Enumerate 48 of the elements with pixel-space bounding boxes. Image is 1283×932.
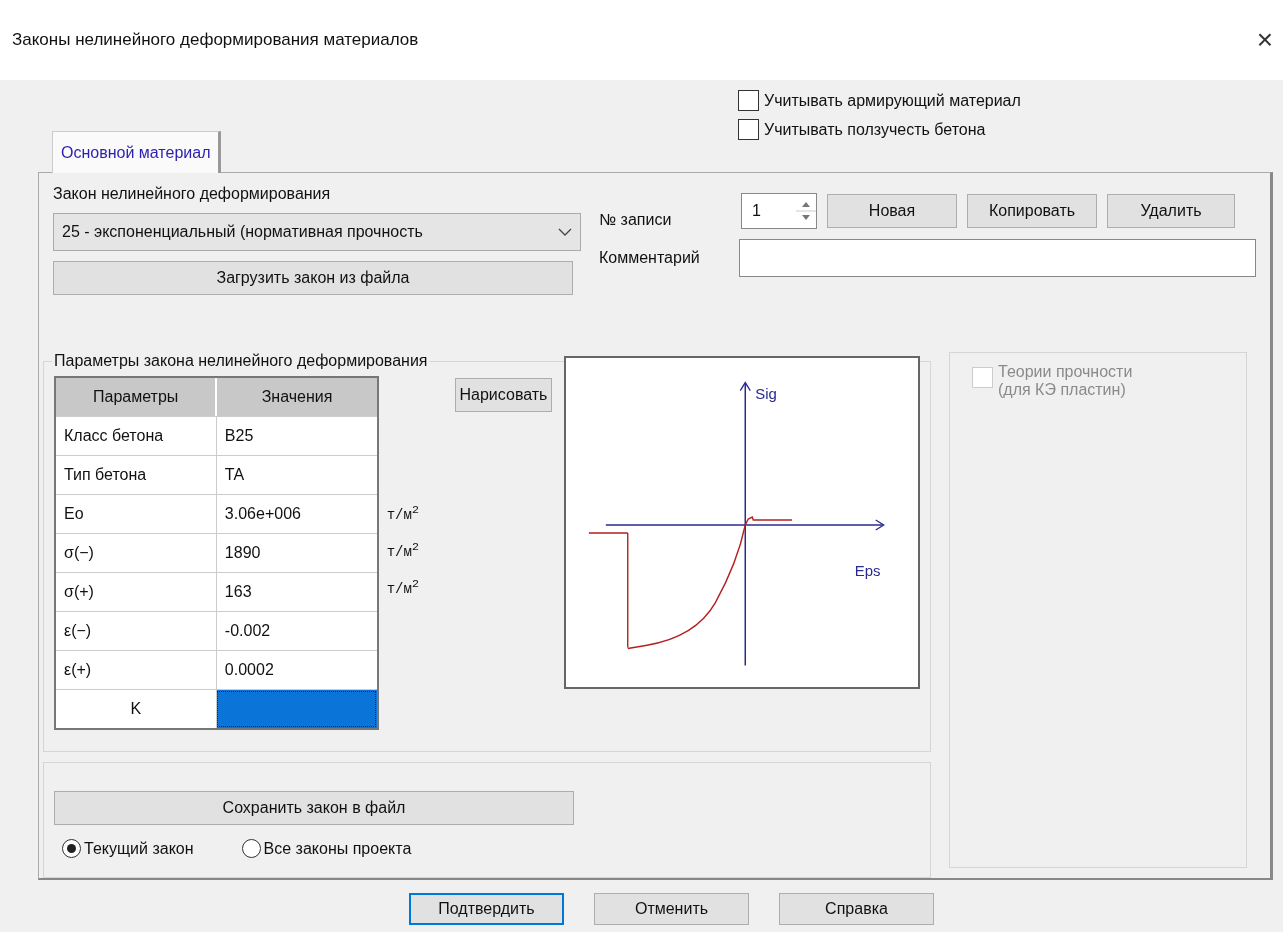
unit-label: т/м$^{2}$: [386, 540, 419, 561]
table-cell: K: [56, 690, 216, 728]
dialog-button[interactable]: Отменить: [594, 893, 749, 925]
law-dropdown[interactable]: 25 - экспоненциальный (нормативная прочность: [53, 213, 581, 251]
save-button[interactable]: Сохранить закон в файл: [54, 791, 574, 825]
table-cell: Eo: [56, 495, 216, 533]
table-cell: σ(+): [56, 573, 216, 611]
field-label: № записи: [599, 210, 673, 229]
checkbox[interactable]: Учитывать ползучесть бетона: [738, 119, 1021, 140]
axis-label: Eps: [855, 561, 881, 579]
record-button[interactable]: Удалить: [1107, 194, 1235, 228]
checkbox: Теории прочности (для КЭ пластин): [972, 367, 1224, 400]
table-cell[interactable]: 0.0002: [215, 651, 377, 689]
table-cell: ε(+): [56, 651, 216, 689]
dialog-button[interactable]: Справка: [779, 893, 934, 925]
chevron-icon: [558, 228, 572, 236]
table-cell[interactable]: 163: [215, 573, 377, 611]
window-title: Законы нелинейного деформирования материалов: [12, 30, 419, 50]
column-header: Значения: [215, 378, 377, 416]
column-header: Параметры: [56, 378, 216, 416]
table-cell[interactable]: [215, 690, 377, 728]
table-cell: Тип бетона: [56, 456, 216, 494]
checkbox[interactable]: Учитывать армирующий материал: [738, 90, 1021, 111]
table-cell: σ(−): [56, 534, 216, 572]
group-title: Параметры закона нелинейного деформирования: [53, 352, 429, 370]
close-button[interactable]: ×: [1256, 24, 1273, 56]
table-cell[interactable]: 3.06e+006: [215, 495, 377, 533]
radio-button[interactable]: Текущий закон: [62, 839, 194, 858]
field-label: Закон нелинейного деформирования: [53, 185, 332, 203]
unit-label: т/м$^{2}$: [386, 577, 419, 598]
table-cell[interactable]: TA: [215, 456, 377, 494]
dialog-button[interactable]: Подтвердить: [409, 893, 564, 925]
unit-label: т/м$^{2}$: [386, 503, 419, 524]
draw-button[interactable]: Нарисовать: [454, 378, 553, 412]
record-spinner[interactable]: 1: [741, 193, 817, 229]
radio-button[interactable]: Все законы проекта: [241, 839, 412, 858]
table-cell[interactable]: B25: [215, 417, 377, 455]
table-cell[interactable]: -0.002: [215, 612, 377, 650]
tab[interactable]: Основной материал: [52, 131, 222, 173]
table-cell[interactable]: 1890: [215, 534, 377, 572]
table-cell: ε(−): [56, 612, 216, 650]
record-button[interactable]: Новая: [827, 194, 957, 228]
record-button[interactable]: Копировать: [967, 194, 1097, 228]
load-button[interactable]: Загрузить закон из файла: [53, 261, 573, 295]
table-cell: Класс бетона: [56, 417, 216, 455]
axis-label: Sig: [755, 385, 778, 403]
field-label: Комментарий: [599, 249, 701, 267]
comment-field[interactable]: [739, 239, 1256, 277]
